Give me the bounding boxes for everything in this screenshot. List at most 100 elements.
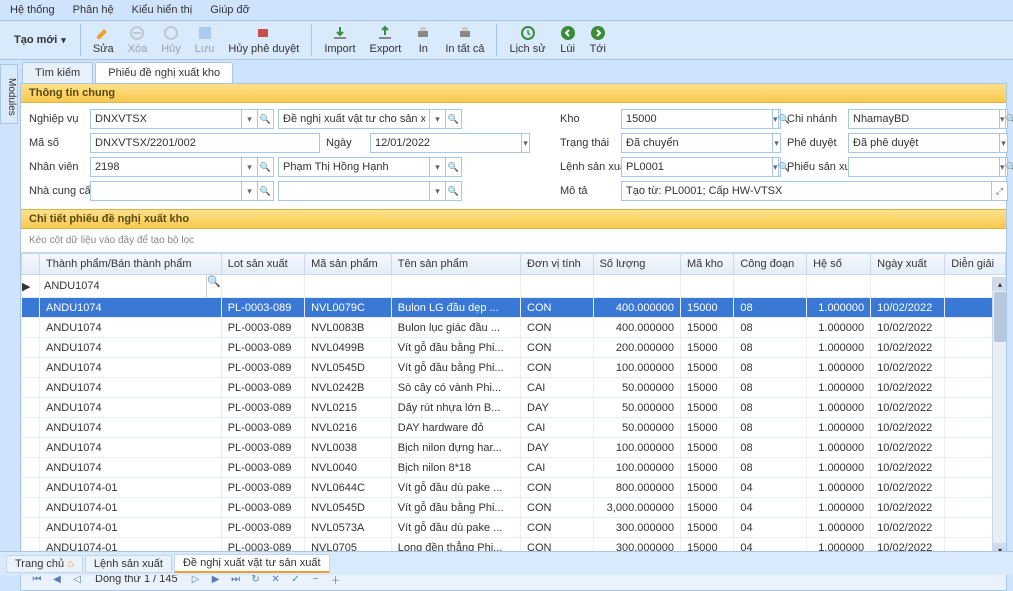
ncc-name-field[interactable] xyxy=(279,182,429,200)
dropdown-icon[interactable]: ▾ xyxy=(772,134,780,152)
calendar-icon[interactable]: ▾ xyxy=(521,134,529,152)
sb-active[interactable]: Đề nghị xuất vật tư sản xuất xyxy=(174,554,330,573)
nghiepvu-desc-field[interactable] xyxy=(279,110,429,128)
search-icon[interactable]: 🔍 xyxy=(1005,110,1013,128)
col-header[interactable]: Ngày xuất xyxy=(871,254,945,275)
scroll-up-icon[interactable]: ▴ xyxy=(993,277,1006,291)
search-icon[interactable]: 🔍 xyxy=(445,110,461,128)
table-row[interactable]: ANDU1074PL-0003-089NVL0216DAY hardware đ… xyxy=(22,418,1006,438)
search-icon[interactable]: 🔍 xyxy=(257,158,273,176)
dropdown-icon[interactable]: ▾ xyxy=(241,158,257,176)
delete-icon xyxy=(129,25,145,41)
col-header[interactable]: Đơn vị tính xyxy=(521,254,594,275)
kho-field[interactable] xyxy=(622,110,772,128)
table-row[interactable]: ANDU1074PL-0003-089NVL0499BVít gỗ đầu bằ… xyxy=(22,338,1006,358)
col-header[interactable]: Công đoạn xyxy=(734,254,807,275)
unapprove-button[interactable]: Hủy phê duyệt xyxy=(222,23,305,57)
chinhanh-field[interactable] xyxy=(849,110,999,128)
search-icon[interactable]: 🔍 xyxy=(445,182,461,200)
dropdown-icon[interactable]: ▾ xyxy=(429,182,445,200)
group-hint: Kéo cột dữ liệu vào đây để tạo bộ lọc xyxy=(21,229,1006,252)
col-header[interactable]: Tên sản phẩm xyxy=(391,254,520,275)
history-button[interactable]: Lịch sử xyxy=(503,23,551,57)
nhanvien-field[interactable] xyxy=(91,158,241,176)
lbl-maso: Mã số xyxy=(29,137,84,149)
scroll-thumb[interactable] xyxy=(994,292,1006,342)
search-icon[interactable]: 🔍 xyxy=(206,275,221,297)
table-row[interactable]: ANDU1074PL-0003-089NVL0083BBulon lục giá… xyxy=(22,318,1006,338)
lbl-psx: Phiếu sản xuất xyxy=(787,161,842,173)
modules-tab[interactable]: Modules xyxy=(0,64,18,124)
pheduyet-field[interactable] xyxy=(849,134,999,152)
lbl-ncc: Nhà cung cấp xyxy=(29,185,84,197)
col-header[interactable]: Lot sản xuất xyxy=(221,254,304,275)
col-header[interactable]: Diễn giải xyxy=(945,254,1006,275)
dropdown-icon[interactable]: ▾ xyxy=(241,110,257,128)
psx-field[interactable] xyxy=(849,158,999,176)
table-row[interactable]: ANDU1074-01PL-0003-089NVL0644CVít gỗ đầu… xyxy=(22,478,1006,498)
filter-input[interactable] xyxy=(40,275,206,297)
lbl-lsx: Lệnh sản xuất xyxy=(560,161,615,173)
dropdown-icon[interactable]: ▾ xyxy=(999,134,1007,152)
menubar: Hệ thống Phân hệ Kiểu hiển thị Giúp đỡ xyxy=(0,0,1013,21)
nhanvien-name-field[interactable] xyxy=(279,158,429,176)
export-icon xyxy=(377,25,393,41)
save-button[interactable]: Lưu xyxy=(189,23,221,57)
cancel-button[interactable]: Hủy xyxy=(155,23,187,57)
trangthai-field[interactable] xyxy=(622,134,772,152)
print-icon xyxy=(415,25,431,41)
dropdown-icon[interactable]: ▾ xyxy=(429,110,445,128)
expand-icon[interactable]: ⤢ xyxy=(991,182,1007,200)
search-icon[interactable]: 🔍 xyxy=(445,158,461,176)
forward-button[interactable]: Tới xyxy=(584,23,612,57)
ncc-field[interactable] xyxy=(91,182,241,200)
col-header[interactable]: Thành phẩm/Bán thành phẩm xyxy=(40,254,222,275)
maso-field[interactable] xyxy=(91,134,319,152)
mota-field[interactable] xyxy=(622,182,991,200)
table-row[interactable]: ANDU1074-01PL-0003-089NVL0545DVít gỗ đầu… xyxy=(22,498,1006,518)
back-button[interactable]: Lùi xyxy=(554,23,582,57)
table-row[interactable]: ANDU1074PL-0003-089NVL0038Bịch nilon đựn… xyxy=(22,438,1006,458)
col-header[interactable]: Mã kho xyxy=(680,254,733,275)
arrow-left-icon xyxy=(560,25,576,41)
col-header[interactable]: Mã sản phẩm xyxy=(305,254,392,275)
menu-giupdo[interactable]: Giúp đỡ xyxy=(210,4,250,16)
table-row[interactable]: ANDU1074PL-0003-089NVL0215Dây rút nhựa l… xyxy=(22,398,1006,418)
nghiepvu-field[interactable] xyxy=(91,110,241,128)
search-icon[interactable]: 🔍 xyxy=(1005,158,1013,176)
dropdown-icon[interactable]: ▾ xyxy=(429,158,445,176)
ngay-field[interactable] xyxy=(371,134,521,152)
table-row[interactable]: ANDU1074PL-0003-089NVL0079CBulon LG đầu … xyxy=(22,298,1006,318)
delete-button[interactable]: Xóa xyxy=(122,23,154,57)
new-button[interactable]: Tạo mới xyxy=(6,30,74,50)
export-button[interactable]: Export xyxy=(364,23,408,57)
print-button[interactable]: In xyxy=(409,23,437,57)
table-row[interactable]: ANDU1074PL-0003-089NVL0545DVít gỗ đầu bằ… xyxy=(22,358,1006,378)
menu-hethong[interactable]: Hệ thống xyxy=(10,4,55,16)
search-icon[interactable]: 🔍 xyxy=(257,110,273,128)
search-icon[interactable]: 🔍 xyxy=(257,182,273,200)
section-header: Thông tin chung xyxy=(21,84,1006,103)
import-button[interactable]: Import xyxy=(318,23,361,57)
col-header[interactable]: Hệ số xyxy=(807,254,871,275)
table-row[interactable]: ANDU1074-01PL-0003-089NVL0573AVít gỗ đầu… xyxy=(22,518,1006,538)
tab-search[interactable]: Tìm kiếm xyxy=(22,62,93,83)
printall-button[interactable]: In tất cả xyxy=(439,23,490,57)
lbl-nhanvien: Nhân viên xyxy=(29,161,84,173)
save-icon xyxy=(197,25,213,41)
lbl-kho: Kho xyxy=(560,113,615,125)
edit-button[interactable]: Sửa xyxy=(87,23,120,57)
sb-home[interactable]: Trang chủ ⌂ xyxy=(6,555,83,573)
menu-phanhe[interactable]: Phân hệ xyxy=(73,4,114,16)
dropdown-icon[interactable]: ▾ xyxy=(241,182,257,200)
form: Nghiệp vụ ▾🔍 ▾🔍 Kho ▾🔍 Chi nhánh ▾🔍 Mã s… xyxy=(21,103,1006,207)
grid[interactable]: Thành phẩm/Bán thành phẩmLot sản xuấtMã … xyxy=(21,252,1006,567)
sb-lsx[interactable]: Lệnh sản xuất xyxy=(85,555,172,573)
menu-kieuhienthi[interactable]: Kiểu hiển thị xyxy=(132,4,193,16)
vertical-scrollbar[interactable]: ▴ ▾ xyxy=(992,277,1006,557)
table-row[interactable]: ANDU1074PL-0003-089NVL0242BSò cây có vàn… xyxy=(22,378,1006,398)
tab-active[interactable]: Phiếu đề nghị xuất kho xyxy=(95,62,233,83)
col-header[interactable]: Số lượng xyxy=(593,254,680,275)
lsx-field[interactable] xyxy=(622,158,772,176)
table-row[interactable]: ANDU1074PL-0003-089NVL0040Bịch nilon 8*1… xyxy=(22,458,1006,478)
